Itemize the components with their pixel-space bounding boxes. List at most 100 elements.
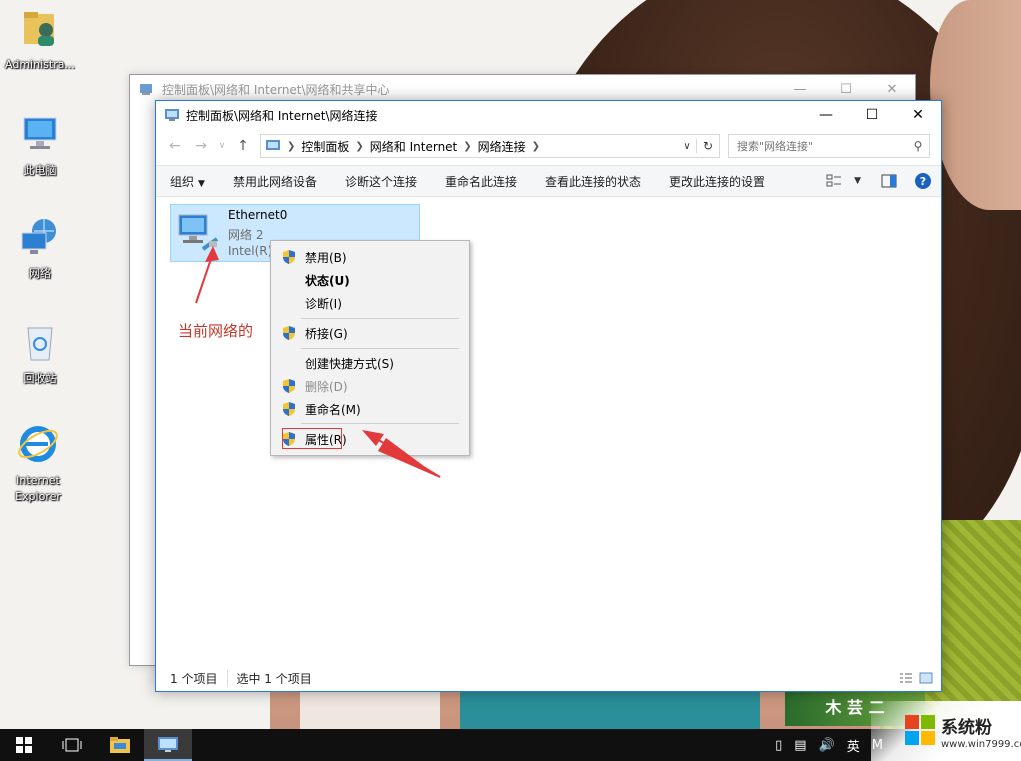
maximize-button[interactable]: ☐: [823, 82, 869, 97]
desktop-icon-label: 此电脑: [23, 164, 57, 177]
maximize-button[interactable]: ☐: [849, 101, 895, 129]
view-status-button[interactable]: 查看此连接的状态: [531, 173, 655, 190]
uac-shield-icon: [283, 379, 295, 393]
organize-menu[interactable]: 组织 ▼: [156, 173, 219, 190]
minimize-button[interactable]: —: [803, 101, 849, 129]
rename-button[interactable]: 重命名此连接: [431, 173, 531, 190]
menu-separator: [301, 348, 459, 349]
close-button[interactable]: ✕: [869, 82, 915, 97]
up-arrow-icon[interactable]: ↑: [230, 138, 256, 154]
start-button[interactable]: [0, 729, 48, 761]
desktop-icon-ie[interactable]: Internet Explorer: [1, 422, 75, 505]
details-view-icon[interactable]: [899, 672, 913, 684]
network-icon: [21, 219, 56, 254]
connection-network: 网络 2: [228, 228, 264, 242]
selected-count: 选中 1 个项目: [227, 669, 312, 687]
windows-logo-icon: [905, 715, 935, 745]
windows-logo-icon: [16, 737, 32, 753]
window-title: 控制面板\网络和 Internet\网络和共享中心: [162, 82, 390, 97]
minimize-button[interactable]: —: [777, 82, 823, 97]
desktop-icon-label: Administra...: [5, 58, 75, 71]
menu-item-rename[interactable]: 重命名(M): [271, 398, 469, 420]
desktop-icon-network[interactable]: 网络: [3, 215, 77, 282]
caret-down-icon: ▼: [198, 178, 205, 189]
folder-icon: [110, 737, 130, 753]
diagnose-button[interactable]: 诊断这个连接: [331, 173, 431, 190]
context-menu: 禁用(B) 状态(U) 诊断(I) 桥接(G) 创建快捷方式(S) 删除(D) …: [270, 240, 470, 456]
command-bar: 组织 ▼ 禁用此网络设备 诊断这个连接 重命名此连接 查看此连接的状态 更改此连接…: [156, 165, 941, 197]
computer-icon: [23, 117, 57, 149]
item-count: 1 个项目: [170, 671, 218, 686]
annotation-label: 当前网络的: [178, 322, 254, 340]
breadcrumb-control-panel[interactable]: 控制面板: [301, 138, 349, 155]
volume-icon[interactable]: 🔊: [819, 738, 835, 753]
properties-highlight-box: [282, 428, 342, 449]
desktop-icon-label-2: Explorer: [15, 490, 61, 503]
menu-item-delete[interactable]: 删除(D): [271, 375, 469, 397]
task-view-icon: [62, 738, 82, 752]
menu-item-status[interactable]: 状态(U): [271, 269, 469, 291]
forward-arrow-icon[interactable]: →: [188, 138, 214, 154]
disable-device-button[interactable]: 禁用此网络设备: [219, 173, 331, 190]
help-icon[interactable]: ?: [915, 173, 931, 189]
desktop-icon-label: 回收站: [23, 372, 57, 385]
search-input[interactable]: [729, 138, 907, 154]
caret-down-icon[interactable]: ▼: [854, 176, 861, 186]
menu-item-bridge[interactable]: 桥接(G): [271, 322, 469, 344]
change-settings-button[interactable]: 更改此连接的设置: [655, 173, 779, 190]
desktop-icon-user[interactable]: Administra...: [3, 6, 77, 73]
close-button[interactable]: ✕: [895, 101, 941, 129]
user-folder-icon: [24, 12, 54, 46]
status-bar: 1 个项目 选中 1 个项目: [156, 665, 941, 691]
title-bar[interactable]: 控制面板\网络和 Internet\网络连接 — ☐ ✕: [156, 101, 941, 129]
control-panel-icon: [266, 140, 280, 150]
breadcrumb-network-connections[interactable]: 网络连接: [478, 138, 526, 155]
breadcrumb-network-internet[interactable]: 网络和 Internet: [370, 138, 457, 155]
search-icon[interactable]: ⚲: [907, 139, 929, 153]
watermark-title: 系统粉: [941, 718, 992, 738]
menu-item-diagnose[interactable]: 诊断(I): [271, 292, 469, 314]
chevron-right-icon: ❯: [531, 140, 541, 152]
task-view-button[interactable]: [48, 729, 96, 761]
file-explorer-button[interactable]: [96, 729, 144, 761]
menu-separator: [301, 423, 459, 424]
large-icons-view-icon[interactable]: [919, 672, 933, 684]
chevron-right-icon: ❯: [355, 140, 364, 152]
menu-separator: [301, 318, 459, 319]
taskbar: ▯ ▤ 🔊 英 M: [0, 729, 1021, 761]
address-bar[interactable]: ❯ 控制面板 ❯ 网络和 Internet ❯ 网络连接 ❯ ∨ ↻: [260, 134, 720, 158]
network-connections-icon: [158, 737, 178, 752]
ie-icon: [18, 426, 58, 462]
network-connections-icon: [165, 109, 179, 121]
chevron-right-icon: ❯: [287, 140, 296, 152]
recycle-bin-icon: [27, 327, 53, 361]
preview-pane-icon[interactable]: [881, 174, 897, 188]
watermark-url: www.win7999.com: [941, 739, 1021, 750]
network-adapter-icon: [178, 214, 219, 251]
input-language[interactable]: 英: [847, 736, 860, 755]
desktop-icon-this-pc[interactable]: 此电脑: [3, 112, 77, 179]
uac-shield-icon: [283, 250, 295, 264]
recent-dropdown-icon[interactable]: ∨: [214, 141, 230, 151]
chevron-down-icon[interactable]: ∨: [678, 141, 696, 152]
search-box[interactable]: ⚲: [728, 134, 930, 158]
back-arrow-icon[interactable]: ←: [162, 138, 188, 154]
network-connections-taskbar-button[interactable]: [144, 729, 192, 761]
desktop-icon-label: 网络: [29, 267, 51, 280]
usb-icon[interactable]: ▯: [775, 738, 782, 753]
watermark: 系统粉 www.win7999.com: [871, 701, 1021, 761]
network-tray-icon[interactable]: ▤: [794, 738, 806, 753]
chevron-right-icon: ❯: [463, 140, 472, 152]
uac-shield-icon: [283, 326, 295, 340]
menu-item-disable[interactable]: 禁用(B): [271, 246, 469, 268]
control-panel-icon: [140, 84, 152, 95]
connection-name: Ethernet0: [228, 208, 288, 222]
uac-shield-icon: [283, 402, 295, 416]
window-title: 控制面板\网络和 Internet\网络连接: [186, 108, 378, 123]
desktop-icon-label: Internet: [16, 474, 60, 487]
menu-item-create-shortcut[interactable]: 创建快捷方式(S): [271, 352, 469, 374]
refresh-icon[interactable]: ↻: [696, 139, 719, 153]
desktop-icon-recycle-bin[interactable]: 回收站: [3, 320, 77, 387]
connection-driver: Intel(R): [228, 244, 273, 258]
view-options-icon[interactable]: [826, 174, 842, 188]
